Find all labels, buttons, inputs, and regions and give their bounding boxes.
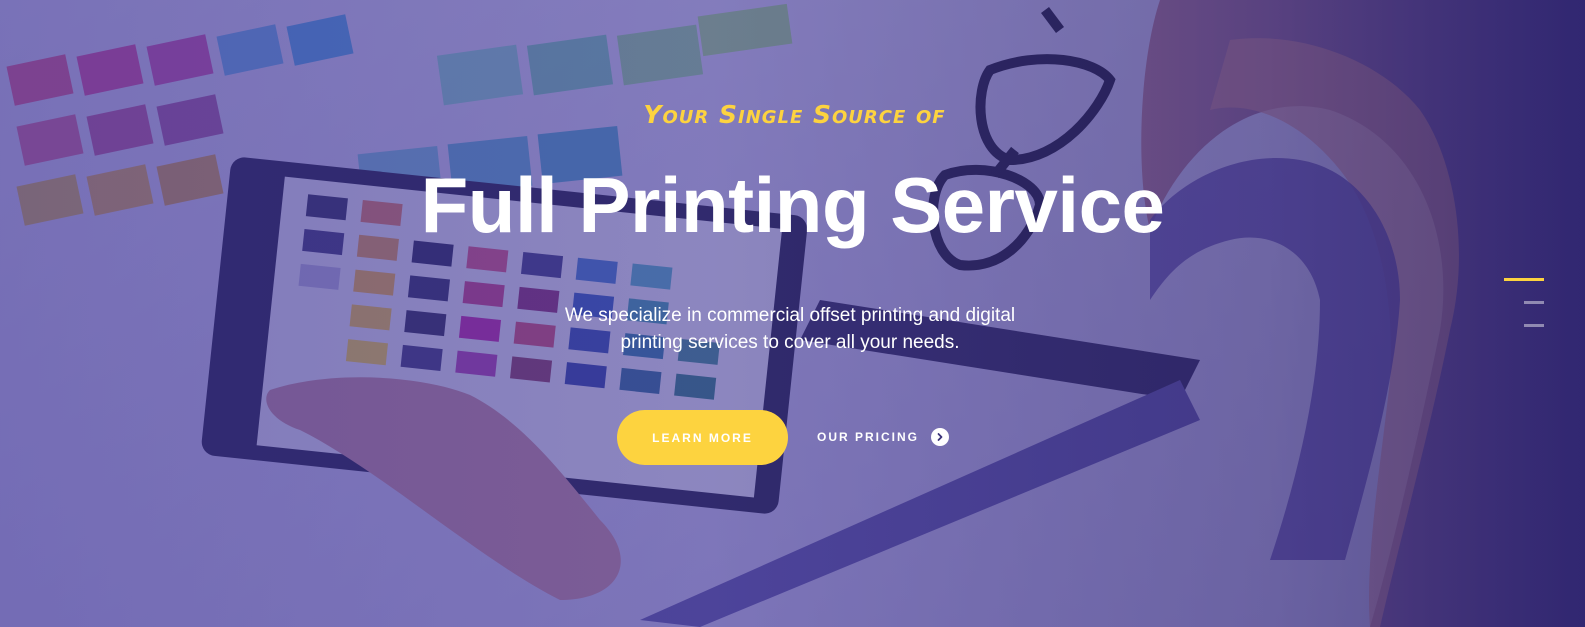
hero-title: Full Printing Service	[420, 161, 1165, 249]
slider-dash-3[interactable]	[1524, 324, 1544, 327]
our-pricing-link[interactable]: Our Pricing	[817, 425, 950, 449]
hero-section: Your Single Source of Full Printing Serv…	[0, 0, 1585, 627]
hero-subtitle: We specialize in commercial offset print…	[564, 305, 1016, 353]
slider-dash-2[interactable]	[1524, 301, 1544, 304]
chevron-right-circle-icon	[931, 428, 950, 446]
slider-dash-1-active[interactable]	[1504, 278, 1544, 281]
hero-eyebrow: Your Single Source of	[643, 100, 946, 129]
slider-navigation	[1504, 272, 1546, 332]
our-pricing-label: Our Pricing	[817, 430, 920, 444]
learn-more-button[interactable]: Learn More	[617, 410, 788, 465]
